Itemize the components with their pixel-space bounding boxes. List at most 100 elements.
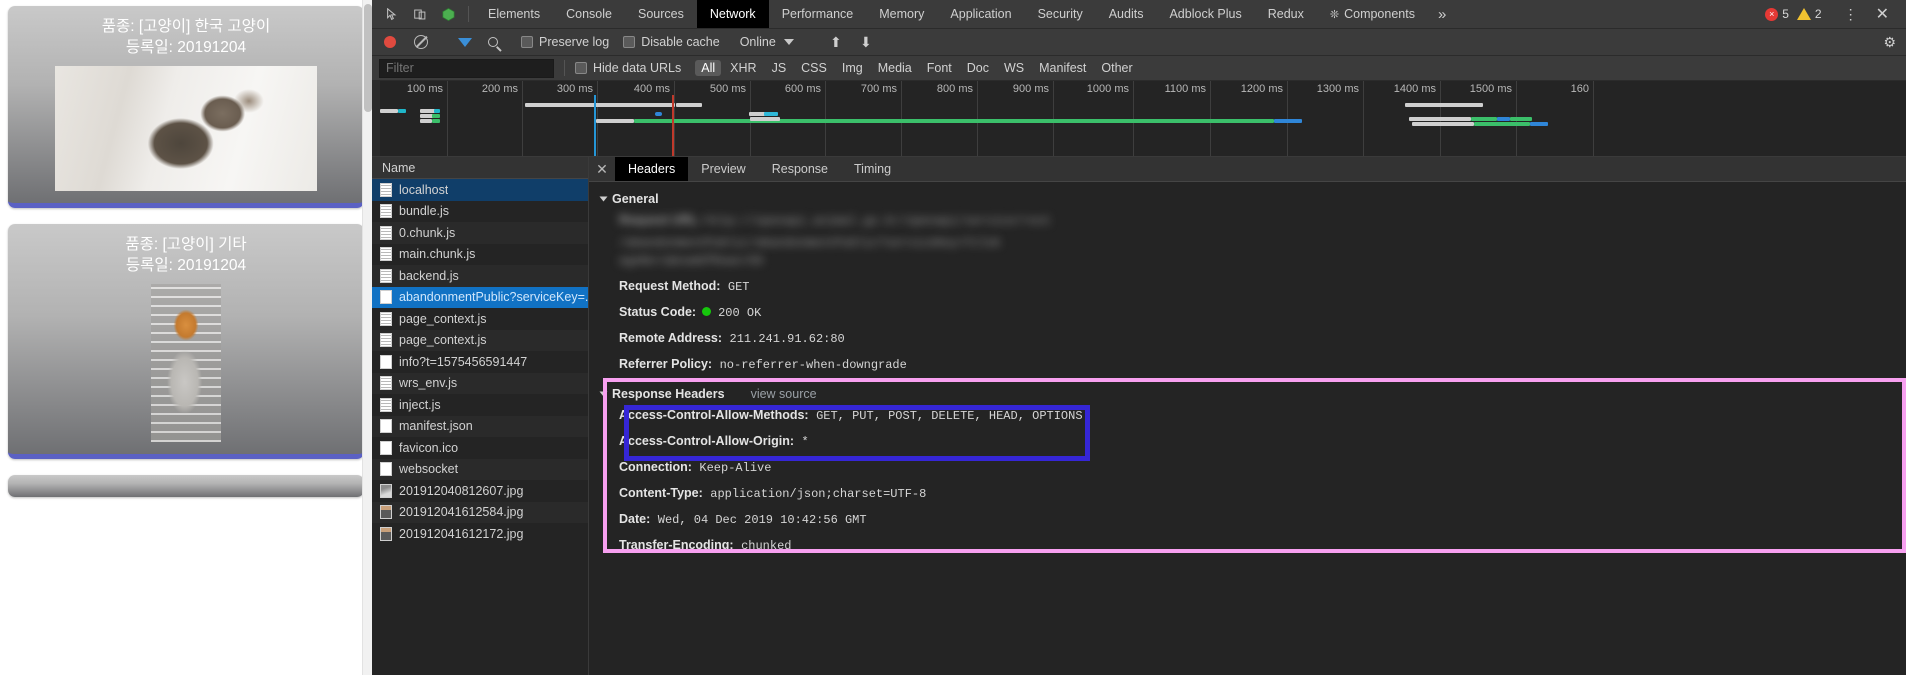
page-scrollbar-thumb[interactable] bbox=[364, 4, 372, 112]
record-network-log-icon[interactable] bbox=[384, 36, 396, 48]
preserve-log-checkbox[interactable] bbox=[521, 36, 533, 48]
request-row-inject-js[interactable]: inject.js bbox=[372, 394, 588, 416]
overview-request-band bbox=[1412, 122, 1474, 126]
type-filter-js[interactable]: JS bbox=[766, 60, 793, 76]
type-filter-css[interactable]: CSS bbox=[795, 60, 833, 76]
filter-icon[interactable] bbox=[458, 37, 472, 47]
clear-network-log-icon[interactable] bbox=[414, 35, 428, 49]
overview-request-band bbox=[1474, 122, 1530, 126]
view-source-link[interactable]: view source bbox=[751, 387, 817, 401]
chevron-down-icon[interactable] bbox=[783, 39, 794, 45]
close-detail-icon[interactable]: ✕ bbox=[589, 157, 615, 181]
request-row-main-chunk-js[interactable]: main.chunk.js bbox=[372, 244, 588, 266]
type-filter-font[interactable]: Font bbox=[921, 60, 958, 76]
tab-response[interactable]: Response bbox=[759, 157, 841, 181]
throttling-select-value[interactable]: Online bbox=[740, 35, 776, 49]
dom-content-loaded-marker bbox=[594, 95, 596, 156]
response-headers-section-header[interactable]: Response Headers view source bbox=[589, 385, 1906, 403]
script-icon bbox=[380, 397, 392, 412]
tab-redux[interactable]: Redux bbox=[1255, 0, 1317, 28]
acao-value: * bbox=[801, 435, 809, 449]
tab-memory[interactable]: Memory bbox=[866, 0, 937, 28]
request-name: localhost bbox=[399, 182, 449, 197]
overview-request-band bbox=[1510, 117, 1532, 121]
request-row-websocket[interactable]: websocket bbox=[372, 458, 588, 480]
request-row-0-chunk-js[interactable]: 0.chunk.js bbox=[372, 222, 588, 244]
tab-security[interactable]: Security bbox=[1025, 0, 1096, 28]
devtools-menu-icon[interactable]: ⋮ bbox=[1835, 6, 1867, 23]
inspect-element-icon[interactable] bbox=[378, 0, 406, 28]
request-row-image-2[interactable]: 201912041612584.jpg bbox=[372, 501, 588, 523]
request-row-backend-js[interactable]: backend.js bbox=[372, 265, 588, 287]
tab-adblock-plus[interactable]: Adblock Plus bbox=[1156, 0, 1254, 28]
request-name: backend.js bbox=[399, 268, 459, 283]
import-har-icon[interactable]: ⬆ bbox=[828, 34, 844, 51]
tab-console[interactable]: Console bbox=[553, 0, 625, 28]
type-filter-media[interactable]: Media bbox=[872, 60, 918, 76]
request-name: manifest.json bbox=[399, 419, 473, 434]
hide-data-urls-checkbox[interactable] bbox=[575, 62, 587, 74]
type-filter-img[interactable]: Img bbox=[836, 60, 869, 76]
request-list-column-header[interactable]: Name bbox=[372, 157, 588, 179]
filter-input[interactable] bbox=[379, 58, 554, 78]
tab-application[interactable]: Application bbox=[937, 0, 1024, 28]
request-row-bundle-js[interactable]: bundle.js bbox=[372, 201, 588, 223]
overview-request-band bbox=[434, 109, 440, 113]
warning-count-badge[interactable]: 2 bbox=[1796, 7, 1822, 21]
cat-registration-date-label: 등록일: 20191204 bbox=[125, 257, 247, 274]
type-filter-doc[interactable]: Doc bbox=[961, 60, 995, 76]
request-row-manifest-json[interactable]: manifest.json bbox=[372, 415, 588, 437]
tab-network[interactable]: Network bbox=[696, 0, 769, 28]
type-filter-manifest[interactable]: Manifest bbox=[1033, 60, 1092, 76]
close-devtools-icon[interactable]: ✕ bbox=[1867, 4, 1898, 24]
hide-data-urls-toggle[interactable]: Hide data URLs bbox=[575, 61, 681, 75]
request-row-page-context-js[interactable]: page_context.js bbox=[372, 308, 588, 330]
overview-request-band bbox=[380, 109, 398, 113]
page-scrollbar[interactable] bbox=[362, 0, 372, 675]
request-row-favicon-ico[interactable]: favicon.ico bbox=[372, 437, 588, 459]
header-row-status-code: Status Code: 200 OK bbox=[589, 300, 1906, 326]
request-row-abandonment-public[interactable]: abandonmentPublic?serviceKey=. bbox=[372, 286, 588, 308]
search-icon[interactable] bbox=[488, 37, 498, 47]
network-overview-timeline[interactable]: 100 ms 200 ms 300 ms 400 ms 500 ms 600 m… bbox=[372, 81, 1906, 157]
general-section-header[interactable]: General bbox=[589, 190, 1906, 208]
request-name: 201912041612584.jpg bbox=[399, 505, 524, 520]
type-filter-xhr[interactable]: XHR bbox=[724, 60, 762, 76]
tab-headers[interactable]: Headers bbox=[615, 157, 689, 181]
disable-cache-toggle[interactable]: Disable cache bbox=[623, 35, 720, 49]
tab-preview[interactable]: Preview bbox=[688, 157, 758, 181]
request-row-localhost[interactable]: localhost bbox=[372, 179, 588, 201]
cat-card[interactable]: 품종: [고양이] 기타 등록일: 20191204 bbox=[8, 224, 364, 459]
tab-components[interactable]: ❊ Components bbox=[1317, 0, 1428, 28]
request-row-page-context-js[interactable]: page_context.js bbox=[372, 329, 588, 351]
cat-registration-date-label: 등록일: 20191204 bbox=[125, 39, 247, 56]
error-count-badge[interactable]: × 5 bbox=[1765, 7, 1789, 21]
react-devtools-icon[interactable] bbox=[434, 0, 462, 28]
request-row-image-3[interactable]: 201912041612172.jpg bbox=[372, 523, 588, 545]
network-body: Name localhost bundle.js 0.chunk.js main… bbox=[372, 157, 1906, 675]
network-settings-gear-icon[interactable]: ⚙ bbox=[1883, 34, 1896, 51]
type-filter-ws[interactable]: WS bbox=[998, 60, 1030, 76]
tab-elements[interactable]: Elements bbox=[475, 0, 553, 28]
disable-cache-checkbox[interactable] bbox=[623, 36, 636, 48]
request-name: 201912041612172.jpg bbox=[399, 526, 524, 541]
request-row-info[interactable]: info?t=1575456591447 bbox=[372, 351, 588, 373]
tab-sources[interactable]: Sources bbox=[625, 0, 697, 28]
request-row-image-1[interactable]: 201912040812607.jpg bbox=[372, 480, 588, 502]
request-row-wrs-env-js[interactable]: wrs_env.js bbox=[372, 372, 588, 394]
tab-audits[interactable]: Audits bbox=[1096, 0, 1157, 28]
preserve-log-toggle[interactable]: Preserve log bbox=[521, 35, 609, 49]
toggle-device-toolbar-icon[interactable] bbox=[406, 0, 434, 28]
cat-photo bbox=[55, 66, 317, 191]
content-type-key: Content-Type: bbox=[619, 486, 703, 500]
script-icon bbox=[380, 376, 392, 391]
cat-card[interactable] bbox=[8, 475, 364, 497]
cat-card[interactable]: 품종: [고양이] 한국 고양이 등록일: 20191204 bbox=[8, 6, 364, 208]
export-har-icon[interactable]: ⬇ bbox=[858, 34, 874, 51]
type-filter-other[interactable]: Other bbox=[1095, 60, 1138, 76]
tab-performance[interactable]: Performance bbox=[769, 0, 867, 28]
tab-timing[interactable]: Timing bbox=[841, 157, 904, 181]
error-icon: × bbox=[1765, 7, 1779, 21]
type-filter-all[interactable]: All bbox=[695, 60, 722, 76]
more-tabs-icon[interactable]: » bbox=[1428, 0, 1456, 28]
